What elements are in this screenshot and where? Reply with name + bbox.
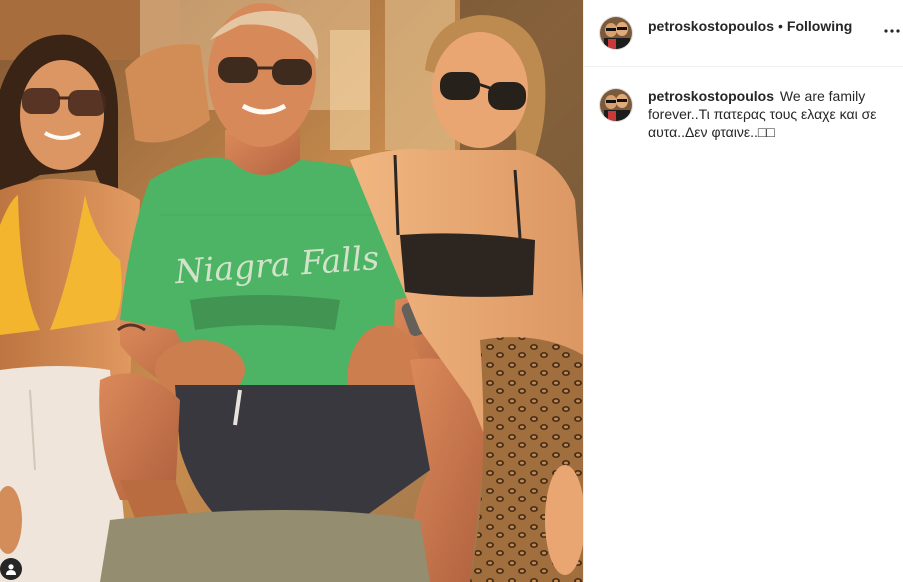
caption-avatar[interactable] <box>600 89 632 121</box>
post-header: petroskostopoulos • Following <box>584 0 903 67</box>
header-separator: • <box>778 18 783 34</box>
caption-body: petroskostopoulos We are family forever.… <box>648 87 878 141</box>
instagram-post: Niagra Falls petroskostopoulos • Followi… <box>0 0 903 582</box>
avatar-image <box>600 17 632 49</box>
caption: petroskostopoulos We are family forever.… <box>584 67 903 141</box>
caption-avatar-image <box>600 89 632 121</box>
post-side-panel: petroskostopoulos • Following petroskost… <box>583 0 903 582</box>
header-text: petroskostopoulos • Following <box>648 17 852 35</box>
header-username[interactable]: petroskostopoulos <box>648 18 774 34</box>
user-tag-glyph <box>6 564 16 575</box>
post-photo[interactable]: Niagra Falls <box>0 0 583 582</box>
family-photo: Niagra Falls <box>0 0 583 582</box>
following-button[interactable]: Following <box>787 18 852 34</box>
caption-username[interactable]: petroskostopoulos <box>648 88 774 104</box>
more-dots <box>884 29 900 33</box>
more-horizontal-icon[interactable] <box>881 22 903 40</box>
avatar[interactable] <box>600 17 632 49</box>
user-tag-icon[interactable] <box>0 558 22 580</box>
